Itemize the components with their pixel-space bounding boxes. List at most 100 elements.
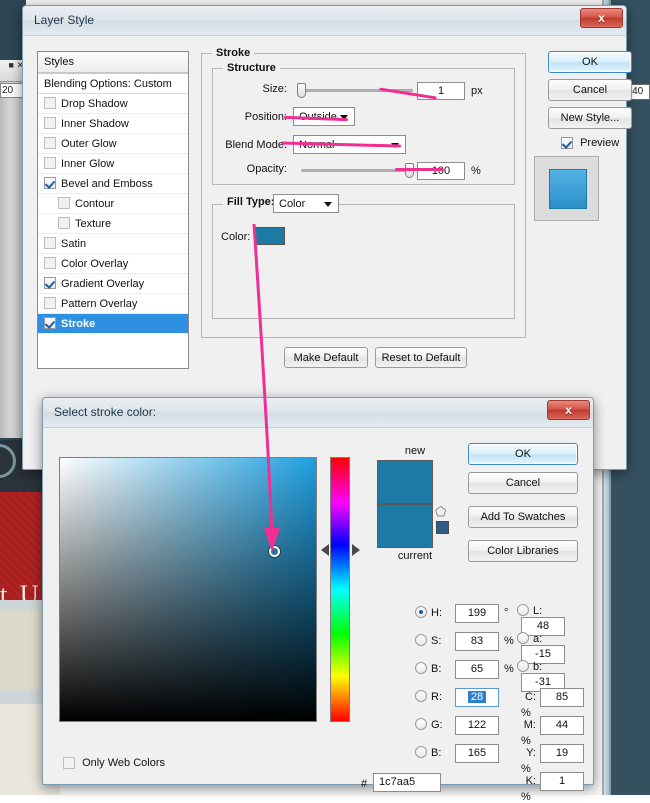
color-field-b-row[interactable]: B:165 [415, 744, 499, 763]
saturation-brightness-field[interactable] [59, 457, 317, 722]
add-to-swatches-button[interactable]: Add To Swatches [468, 506, 578, 528]
color-picker-title: Select stroke color: [54, 405, 156, 419]
style-enable-checkbox[interactable] [44, 157, 56, 169]
sidebar-item-inner-glow[interactable]: Inner Glow [38, 154, 188, 174]
color-field-input[interactable]: 165 [455, 744, 499, 763]
style-enable-checkbox[interactable] [44, 257, 56, 269]
size-input[interactable]: 1 [417, 82, 465, 100]
color-field-label: R: [431, 691, 451, 703]
hue-slider[interactable] [330, 457, 350, 722]
color-field-unit: ° [504, 607, 508, 619]
close-icon[interactable]: x [547, 400, 590, 420]
sidebar-item-label: Bevel and Emboss [61, 178, 153, 190]
style-enable-checkbox[interactable] [44, 317, 56, 329]
color-field-label: L: [533, 605, 553, 617]
opacity-input[interactable]: 100 [417, 162, 465, 180]
reset-to-default-button[interactable]: Reset to Default [375, 347, 467, 368]
color-picker-titlebar[interactable]: Select stroke color: x [43, 398, 593, 428]
close-icon[interactable]: x [580, 8, 623, 28]
left-panel-value-field[interactable]: 20 [0, 83, 24, 98]
color-field-k-row[interactable]: K:1% [516, 772, 593, 803]
preview-checkbox[interactable] [561, 137, 573, 149]
cancel-button[interactable]: Cancel [548, 79, 632, 101]
color-field-input[interactable]: 28 [455, 688, 499, 707]
color-libraries-button[interactable]: Color Libraries [468, 540, 578, 562]
ok-button[interactable]: OK [548, 51, 632, 73]
color-mode-radio[interactable] [415, 634, 427, 646]
color-mode-radio[interactable] [415, 718, 427, 730]
color-mode-radio[interactable] [517, 660, 529, 672]
styles-list-header: Styles [38, 52, 188, 74]
sidebar-item-drop-shadow[interactable]: Drop Shadow [38, 94, 188, 114]
style-enable-checkbox[interactable] [44, 277, 56, 289]
sidebar-item-satin[interactable]: Satin [38, 234, 188, 254]
opacity-slider-track[interactable] [301, 169, 413, 172]
sidebar-item-pattern-overlay[interactable]: Pattern Overlay [38, 294, 188, 314]
color-mode-radio[interactable] [415, 746, 427, 758]
styles-list[interactable]: Styles Blending Options: Custom Drop Sha… [37, 51, 189, 369]
chevron-down-icon [391, 143, 399, 148]
color-field-y-row[interactable]: Y:19% [516, 744, 593, 775]
style-enable-checkbox[interactable] [44, 97, 56, 109]
only-web-colors-row[interactable]: Only Web Colors [63, 757, 161, 770]
layer-style-titlebar[interactable]: Layer Style x [23, 6, 626, 36]
style-enable-checkbox[interactable] [58, 217, 70, 229]
color-field-r-row[interactable]: R: 28 [415, 688, 499, 707]
style-enable-checkbox[interactable] [44, 237, 56, 249]
color-field-g-row[interactable]: G:122 [415, 716, 499, 735]
size-slider-track[interactable] [301, 89, 413, 92]
color-field-input[interactable]: 83 [455, 632, 499, 651]
sidebar-item-texture[interactable]: Texture [38, 214, 188, 234]
style-enable-checkbox[interactable] [58, 197, 70, 209]
color-mode-radio[interactable] [517, 604, 529, 616]
new-style-button[interactable]: New Style... [548, 107, 632, 129]
sidebar-item-gradient-overlay[interactable]: Gradient Overlay [38, 274, 188, 294]
color-field-h-row[interactable]: H:199° [415, 604, 508, 623]
style-enable-checkbox[interactable] [44, 177, 56, 189]
sidebar-item-blending-options[interactable]: Blending Options: Custom [38, 74, 188, 94]
stroke-color-swatch[interactable] [255, 227, 285, 245]
sidebar-item-color-overlay[interactable]: Color Overlay [38, 254, 188, 274]
selected-text: 28 [468, 691, 486, 703]
web-safe-color-chip[interactable] [436, 521, 449, 534]
color-field-input[interactable]: 19 [540, 744, 584, 763]
color-mode-radio[interactable] [517, 632, 529, 644]
sidebar-item-bevel-and-emboss[interactable]: Bevel and Emboss [38, 174, 188, 194]
opacity-slider-thumb[interactable] [405, 163, 414, 178]
fill-type-select[interactable]: Color [273, 194, 339, 213]
color-field-s-row[interactable]: S:83% [415, 632, 514, 651]
color-field-input[interactable]: 122 [455, 716, 499, 735]
sidebar-item-outer-glow[interactable]: Outer Glow [38, 134, 188, 154]
new-color-label: new [387, 445, 443, 457]
style-enable-checkbox[interactable] [44, 137, 56, 149]
color-field-input[interactable]: 1 [540, 772, 584, 791]
only-web-colors-checkbox[interactable] [63, 757, 75, 769]
color-field-input[interactable]: 85 [540, 688, 584, 707]
style-enable-checkbox[interactable] [44, 117, 56, 129]
color-field-input[interactable]: 65 [455, 660, 499, 679]
picker-ok-button[interactable]: OK [468, 443, 578, 465]
color-field-b-row[interactable]: B:65% [415, 660, 514, 679]
sidebar-item-contour[interactable]: Contour [38, 194, 188, 214]
current-color-swatch[interactable] [377, 504, 433, 548]
position-select[interactable]: Outside [293, 107, 355, 126]
style-enable-checkbox[interactable] [44, 297, 56, 309]
color-field-input[interactable]: 44 [540, 716, 584, 735]
sidebar-item-inner-shadow[interactable]: Inner Shadow [38, 114, 188, 134]
color-field-m-row[interactable]: M:44% [516, 716, 593, 747]
color-mode-radio[interactable] [415, 690, 427, 702]
color-field-input[interactable]: 199 [455, 604, 499, 623]
sidebar-item-stroke[interactable]: Stroke [38, 314, 188, 334]
sb-cursor[interactable] [269, 546, 280, 557]
preview-checkbox-row[interactable]: Preview [561, 137, 615, 150]
color-mode-radio[interactable] [415, 606, 427, 618]
color-field-c-row[interactable]: C:85% [516, 688, 593, 719]
web-safe-cube-icon[interactable]: ⬠ [435, 505, 449, 519]
color-field-label: b: [533, 661, 553, 673]
make-default-button[interactable]: Make Default [284, 347, 368, 368]
color-mode-radio[interactable] [415, 662, 427, 674]
blend-mode-select[interactable]: Normal [293, 135, 406, 154]
size-slider-thumb[interactable] [297, 83, 306, 98]
picker-cancel-button[interactable]: Cancel [468, 472, 578, 494]
hex-input[interactable]: 1c7aa5 [373, 773, 441, 792]
